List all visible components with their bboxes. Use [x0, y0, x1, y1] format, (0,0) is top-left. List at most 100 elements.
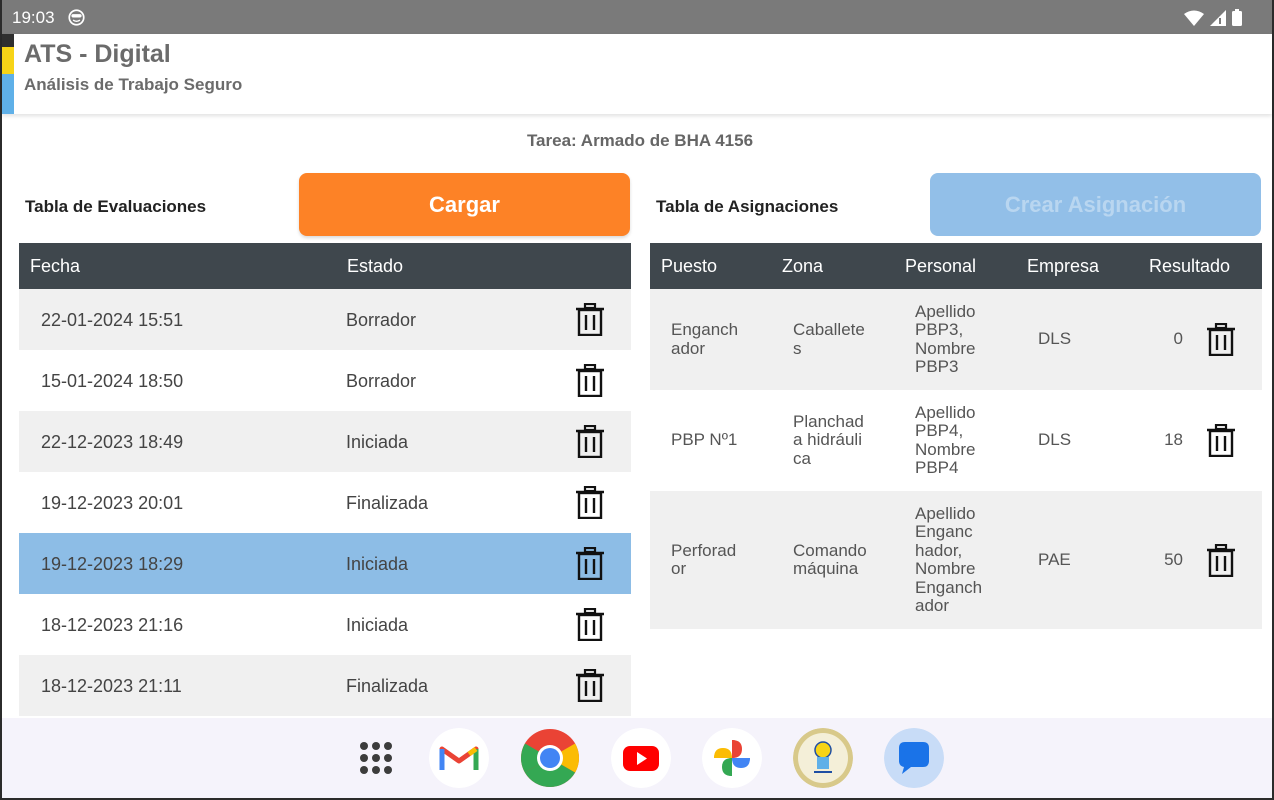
- table-row[interactable]: PBP Nº1 Planchad a hidráuli ca Apellido PBP4,…: [650, 390, 1262, 491]
- zona-line: Planchad: [793, 411, 864, 431]
- personal-line: Nombre: [915, 338, 976, 358]
- dls-app-icon[interactable]: [793, 728, 853, 788]
- fecha-cell: 19-12-2023 18:29: [41, 554, 184, 574]
- face-icon: [68, 9, 85, 26]
- personal-line: Enganc: [915, 522, 973, 541]
- personal-line: Apellido: [915, 402, 976, 422]
- zona-line: ca: [793, 448, 811, 468]
- puesto-line: Enganch: [671, 320, 739, 339]
- personal-line: Nombre: [915, 559, 976, 578]
- battery-icon: [1232, 9, 1242, 26]
- personal-line: hador,: [915, 540, 963, 560]
- column-header-puesto: Puesto: [661, 256, 718, 276]
- puesto-line: PBP Nº1: [671, 430, 738, 450]
- estado-cell: Borrador: [346, 371, 417, 391]
- status-time: 19:03: [12, 8, 55, 27]
- zona-line: máquina: [793, 559, 859, 578]
- photos-icon[interactable]: [702, 728, 762, 788]
- fecha-cell: 18-12-2023 21:16: [41, 615, 184, 635]
- table-row[interactable]: 15-01-2024 18:50 Borrador: [19, 350, 631, 411]
- delete-icon[interactable]: [575, 303, 605, 336]
- personal-line: PBP4,: [915, 421, 964, 440]
- task-label: Tarea: Armado de BHA 4156: [526, 131, 754, 150]
- personal-line: PBP4: [915, 458, 959, 477]
- resultado-cell: 50: [1164, 549, 1183, 569]
- app-subtitle: Análisis de Trabajo Seguro: [24, 75, 243, 94]
- app-header: ATS - Digital Análisis de Trabajo Seguro: [2, 34, 1272, 114]
- brand-stripe-yellow: [2, 47, 14, 74]
- crear-asignacion-button[interactable]: Crear Asignación: [930, 173, 1261, 236]
- fecha-cell: 19-12-2023 20:01: [41, 493, 184, 513]
- table-row[interactable]: 19-12-2023 18:29 Iniciada: [19, 533, 631, 594]
- personal-cell: Apellido PBP4, Nombre PBP4: [915, 402, 976, 478]
- delete-icon[interactable]: [1206, 424, 1236, 457]
- delete-icon[interactable]: [575, 669, 605, 702]
- zona-cell: Comando máquina: [793, 541, 867, 579]
- delete-icon[interactable]: [575, 364, 605, 397]
- personal-line: Apellido: [915, 503, 976, 523]
- app-title: ATS - Digital: [24, 40, 171, 68]
- estado-cell: Iniciada: [346, 554, 409, 574]
- table-row[interactable]: 22-01-2024 15:51 Borrador: [19, 289, 631, 350]
- evaluaciones-table-header: Fecha Estado: [19, 243, 631, 289]
- zona-line: a hidráuli: [793, 430, 862, 450]
- evaluaciones-rows: 22-01-2024 15:51 Borrador 15-01-2024 18:50…: [19, 289, 631, 716]
- cargar-button[interactable]: Cargar: [299, 173, 630, 236]
- table-row[interactable]: 18-12-2023 21:11 Finalizada: [19, 655, 631, 716]
- tablet-screen: 19:03 ATS - Digital Análisis de Trabajo …: [0, 0, 1274, 800]
- personal-line: PBP3,: [915, 320, 964, 339]
- puesto-cell: PBP Nº1: [671, 431, 737, 450]
- column-header-resultado: Resultado: [1149, 256, 1231, 276]
- puesto-line: ador: [671, 338, 706, 358]
- delete-icon[interactable]: [575, 486, 605, 519]
- zona-cell: Caballete s: [793, 320, 865, 358]
- column-header-zona: Zona: [782, 256, 824, 276]
- estado-cell: Iniciada: [346, 615, 409, 635]
- resultado-cell: 18: [1164, 430, 1183, 450]
- column-header-fecha: Fecha: [30, 256, 81, 276]
- puesto-cell: Perforad or: [671, 541, 736, 579]
- brand-stripe-dark: [2, 34, 14, 47]
- personal-line: PBP3: [915, 357, 959, 376]
- puesto-cell: Enganch ador: [671, 320, 739, 358]
- app-drawer-icon[interactable]: [346, 728, 406, 788]
- zona-cell: Planchad a hidráuli ca: [793, 411, 864, 469]
- asignaciones-rows: Enganch ador Caballete s Apellido PBP3, Nombre…: [650, 289, 1262, 629]
- empresa-cell: PAE: [1038, 549, 1071, 569]
- chrome-icon[interactable]: [520, 728, 580, 788]
- table-row[interactable]: 19-12-2023 20:01 Finalizada: [19, 472, 631, 533]
- table-row[interactable]: Enganch ador Caballete s Apellido PBP3, Nombre…: [650, 289, 1262, 390]
- signal-icon: [1210, 9, 1226, 26]
- estado-cell: Finalizada: [346, 493, 429, 513]
- asignaciones-table: Puesto Zona Personal Empresa Resultado E…: [650, 243, 1262, 629]
- delete-icon[interactable]: [575, 547, 605, 580]
- delete-icon[interactable]: [575, 425, 605, 458]
- personal-cell: Apellido Enganc hador, Nombre Enganch ador: [915, 503, 983, 616]
- messages-icon[interactable]: [884, 728, 944, 788]
- delete-icon[interactable]: [575, 608, 605, 641]
- zona-line: Caballete: [793, 320, 865, 339]
- personal-line: Nombre: [915, 439, 976, 459]
- fecha-cell: 15-01-2024 18:50: [41, 371, 184, 391]
- fecha-cell: 22-01-2024 15:51: [41, 310, 184, 330]
- table-row[interactable]: 18-12-2023 21:16 Iniciada: [19, 594, 631, 655]
- fecha-cell: 18-12-2023 21:11: [41, 676, 182, 696]
- youtube-icon[interactable]: [611, 728, 671, 788]
- evaluaciones-table: Fecha Estado 22-01-2024 15:51 Borrador 15-…: [19, 243, 631, 716]
- brand-stripe: [2, 34, 14, 114]
- column-header-personal: Personal: [905, 256, 977, 276]
- app-dock: [2, 718, 1272, 798]
- asignaciones-table-header: Puesto Zona Personal Empresa Resultado: [650, 243, 1262, 289]
- table-row[interactable]: 22-12-2023 18:49 Iniciada: [19, 411, 631, 472]
- estado-cell: Finalizada: [346, 676, 429, 696]
- brand-stripe-blue: [2, 74, 14, 114]
- table-row[interactable]: Perforad or Comando máquina Apellido Enganc ha…: [650, 491, 1262, 629]
- estado-cell: Iniciada: [346, 432, 409, 452]
- status-bar: 19:03: [2, 0, 1272, 34]
- delete-icon[interactable]: [1206, 543, 1236, 577]
- evaluaciones-title: Tabla de Evaluaciones: [25, 197, 207, 216]
- personal-line: Enganch: [915, 577, 983, 597]
- delete-icon[interactable]: [1206, 323, 1236, 356]
- gmail-icon[interactable]: [429, 728, 489, 788]
- wifi-icon: [1184, 10, 1204, 26]
